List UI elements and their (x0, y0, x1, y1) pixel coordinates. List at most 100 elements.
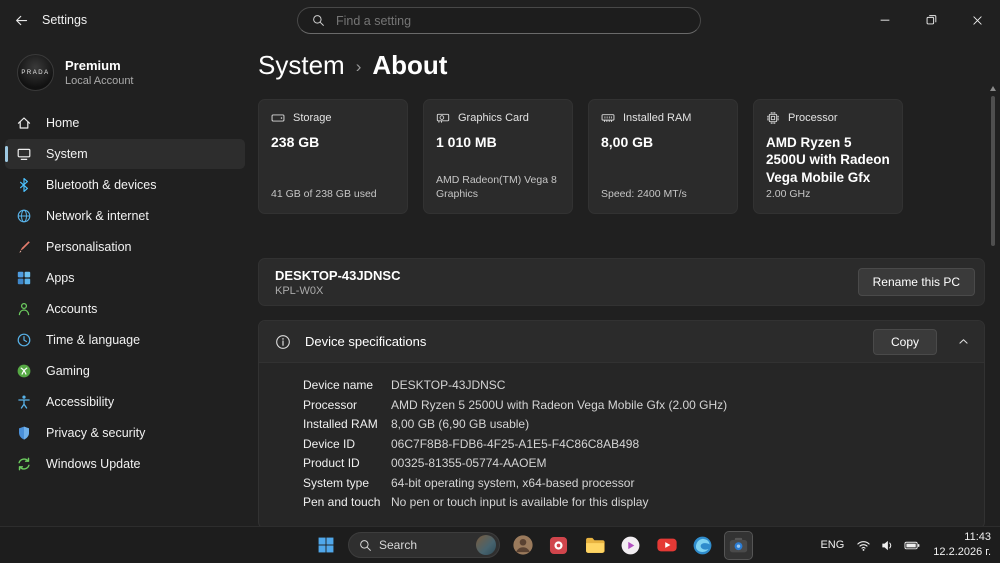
accounts-icon (16, 301, 32, 317)
titlebar: Settings (0, 0, 1000, 40)
installed-ram-card: Installed RAM 8,00 GB Speed: 2400 MT/s (588, 99, 738, 214)
sidebar-item-bluetooth-devices[interactable]: Bluetooth & devices (5, 170, 245, 200)
settings-window: Settings PRADA Premium Local Account (0, 0, 1000, 563)
sidebar: PRADA Premium Local Account Home System (0, 40, 250, 526)
spec-label: System type (303, 475, 370, 490)
spec-row: Installed RAM 8,00 GB (6,90 GB usable) (303, 415, 968, 435)
sidebar-item-accessibility[interactable]: Accessibility (5, 387, 245, 417)
spec-label: Processor (303, 397, 358, 412)
sidebar-item-gaming[interactable]: Gaming (5, 356, 245, 386)
sidebar-item-privacy-security[interactable]: Privacy & security (5, 418, 245, 448)
copy-button[interactable]: Copy (872, 328, 937, 355)
account-type: Local Account (65, 74, 134, 87)
search-highlight-image[interactable] (476, 535, 496, 555)
file-explorer-icon[interactable] (581, 532, 608, 559)
windows-update-icon (16, 456, 32, 472)
media-player-icon[interactable] (617, 532, 644, 559)
card-value: 1 010 MB (436, 134, 497, 150)
sidebar-item-label: Accessibility (46, 395, 115, 409)
taskbar: Search ENG 11:43 12.2.2026 г. (0, 526, 1000, 563)
sidebar-item-label: Home (46, 116, 80, 130)
volume-icon[interactable] (880, 538, 895, 553)
sidebar-item-accounts[interactable]: Accounts (5, 294, 245, 324)
expander-title: Device specifications (305, 334, 427, 349)
profile-photo-app-icon[interactable] (509, 532, 536, 559)
edge-icon[interactable] (689, 532, 716, 559)
sidebar-item-network-internet[interactable]: Network & internet (5, 201, 245, 231)
spec-value: 64-bit operating system, x64-based proce… (391, 475, 635, 490)
breadcrumb-separator: › (355, 57, 362, 76)
scrollbar[interactable] (990, 86, 996, 514)
chevron-up-icon[interactable] (957, 335, 970, 348)
spec-row: System type 64-bit operating system, x64… (303, 474, 968, 494)
privacy-icon (16, 425, 32, 441)
graphics-card-card: Graphics Card 1 010 MB AMD Radeon(TM) Ve… (423, 99, 573, 214)
close-button[interactable] (954, 0, 1000, 40)
taskbar-search-box[interactable]: Search (348, 532, 500, 558)
pinned-app-icon[interactable] (545, 532, 572, 559)
scroll-up-arrow[interactable] (990, 86, 996, 91)
card-detail: Speed: 2400 MT/s (601, 188, 687, 201)
breadcrumb: System › About (258, 50, 985, 81)
rename-pc-button[interactable]: Rename this PC (857, 268, 975, 296)
sidebar-nav: Home System Bluetooth & devices Network … (0, 104, 250, 480)
language-indicator[interactable]: ENG (817, 539, 847, 551)
maximize-button[interactable] (908, 0, 954, 40)
search-input[interactable] (334, 12, 686, 29)
spec-row: Device name DESKTOP-43JDNSC (303, 376, 968, 396)
search-icon (313, 15, 324, 26)
back-arrow-icon (15, 15, 27, 25)
spec-row: Product ID 00325-81355-05774-AAOEM (303, 454, 968, 474)
bluetooth-icon (16, 177, 32, 193)
back-button[interactable] (0, 0, 42, 40)
sidebar-item-label: Network & internet (46, 209, 149, 223)
camera-app-icon[interactable] (724, 530, 753, 560)
spec-value: 06C7F8B8-FDB6-4F25-A1E5-F4C86C8AB498 (391, 436, 640, 451)
gaming-icon (16, 363, 32, 379)
sidebar-item-label: Time & language (46, 333, 141, 347)
home-icon (16, 115, 32, 131)
spec-value: DESKTOP-43JDNSC (391, 378, 506, 392)
about-page: System › About Storage 238 GB 41 GB of 2… (250, 40, 1000, 529)
personalisation-icon (16, 239, 32, 255)
search-icon (360, 539, 371, 551)
windows-logo-icon (318, 537, 333, 553)
scrollbar-thumb[interactable] (991, 96, 995, 246)
card-label: Storage (293, 112, 332, 124)
card-value: AMD Ryzen 5 2500U with Radeon Vega Mobil… (766, 135, 890, 185)
tray-time: 11:43 (964, 531, 991, 544)
spec-value: AMD Ryzen 5 2500U with Radeon Vega Mobil… (391, 397, 728, 412)
breadcrumb-system[interactable]: System (258, 50, 345, 81)
sidebar-item-personalisation[interactable]: Personalisation (5, 232, 245, 262)
spec-label: Device name (303, 378, 374, 392)
clock[interactable]: 11:43 12.2.2026 г. (929, 530, 991, 560)
spec-label: Device ID (303, 436, 356, 451)
card-label: Graphics Card (458, 112, 529, 124)
avatar-text: PRADA (21, 69, 50, 76)
spec-value: 8,00 GB (6,90 GB usable) (391, 417, 530, 431)
youtube-icon[interactable] (653, 532, 680, 559)
device-specifications-body: Device name DESKTOP-43JDNSC Processor AM… (259, 363, 984, 528)
account-entry[interactable]: PRADA Premium Local Account (0, 46, 250, 104)
sidebar-item-windows-update[interactable]: Windows Update (5, 449, 245, 479)
spec-row: Device ID 06C7F8B8-FDB6-4F25-A1E5-F4C86C… (303, 435, 968, 455)
sidebar-item-apps[interactable]: Apps (5, 263, 245, 293)
restore-icon (926, 15, 937, 25)
card-value: 238 GB (271, 134, 320, 150)
wifi-icon[interactable] (856, 538, 871, 553)
sidebar-item-label: Windows Update (46, 457, 141, 471)
sidebar-item-time-language[interactable]: Time & language (5, 325, 245, 355)
spec-label: Installed RAM (303, 417, 378, 431)
sidebar-item-system[interactable]: System (5, 139, 245, 169)
info-icon (275, 334, 291, 350)
minimize-icon (880, 19, 890, 21)
minimize-button[interactable] (862, 0, 908, 40)
start-button[interactable] (312, 532, 339, 559)
device-specifications-header[interactable]: Device specifications Copy (259, 321, 984, 363)
settings-search-box[interactable] (297, 7, 701, 34)
storage-icon (271, 111, 285, 125)
sidebar-item-home[interactable]: Home (5, 108, 245, 138)
page-title: About (372, 50, 448, 80)
sidebar-item-label: Personalisation (46, 240, 132, 254)
battery-icon[interactable] (904, 538, 920, 553)
